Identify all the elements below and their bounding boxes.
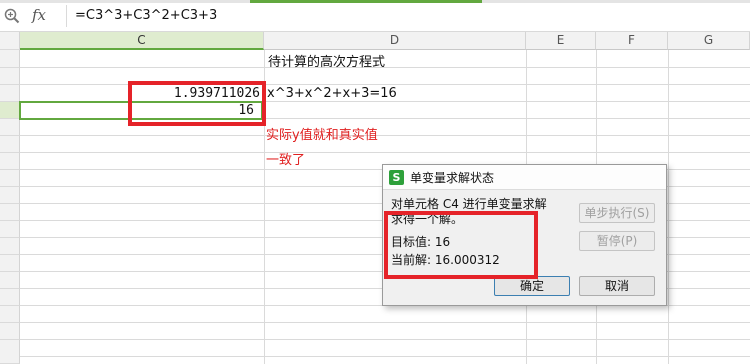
row-header[interactable]: [0, 221, 20, 238]
row-header-active[interactable]: [0, 102, 20, 119]
row-header[interactable]: [0, 289, 20, 306]
column-header-f[interactable]: F: [596, 32, 668, 50]
row-header[interactable]: [0, 255, 20, 272]
annotation-text-line2: 一致了: [266, 153, 306, 168]
grid-line: [20, 356, 750, 357]
select-all-corner[interactable]: [0, 32, 20, 50]
row-header[interactable]: [0, 68, 20, 85]
column-header-g[interactable]: G: [668, 32, 750, 50]
row-header[interactable]: [0, 340, 20, 364]
row-header[interactable]: [0, 187, 20, 204]
row-header[interactable]: [0, 136, 20, 153]
highlight-box-cells: [128, 81, 266, 126]
formula-input[interactable]: [66, 5, 750, 27]
cell-d1[interactable]: 待计算的高次方程式: [268, 51, 385, 70]
function-icon[interactable]: fx: [32, 6, 46, 24]
grid-line: [20, 152, 750, 153]
grid-line: [668, 50, 669, 364]
highlight-box-dialog: [384, 211, 538, 279]
row-header[interactable]: [0, 238, 20, 255]
wps-spreadsheet-icon: S: [389, 170, 404, 185]
active-tab-indicator: [250, 0, 482, 3]
row-header[interactable]: [0, 204, 20, 221]
grid-line: [20, 135, 750, 136]
row-header[interactable]: [0, 153, 20, 170]
row-header[interactable]: [0, 85, 20, 102]
row-header[interactable]: [0, 170, 20, 187]
ok-button[interactable]: 确定: [494, 276, 570, 296]
annotation-text-line1: 实际y值就和真实值: [266, 128, 378, 143]
column-header-e[interactable]: E: [526, 32, 596, 50]
column-header-d[interactable]: D: [264, 32, 526, 50]
row-header[interactable]: [0, 119, 20, 136]
grid-line: [20, 322, 750, 323]
pause-button[interactable]: 暂停(P): [579, 231, 655, 251]
description-line: 对单元格 C4 进行单变量求解: [391, 197, 547, 211]
cancel-button[interactable]: 取消: [579, 276, 655, 296]
column-header-c[interactable]: C: [20, 32, 264, 50]
row-header[interactable]: [0, 272, 20, 289]
dialog-title: 单变量求解状态: [410, 171, 495, 185]
dialog-title-bar[interactable]: S 单变量求解状态: [383, 165, 666, 190]
zoom-search-icon[interactable]: [4, 8, 20, 24]
row-header[interactable]: [0, 323, 20, 340]
cell-d3[interactable]: x^3+x^2+x+3=16: [267, 86, 397, 101]
row-header[interactable]: [0, 50, 20, 68]
row-header[interactable]: [0, 306, 20, 323]
step-button[interactable]: 单步执行(S): [579, 203, 655, 223]
grid-line: [20, 339, 750, 340]
